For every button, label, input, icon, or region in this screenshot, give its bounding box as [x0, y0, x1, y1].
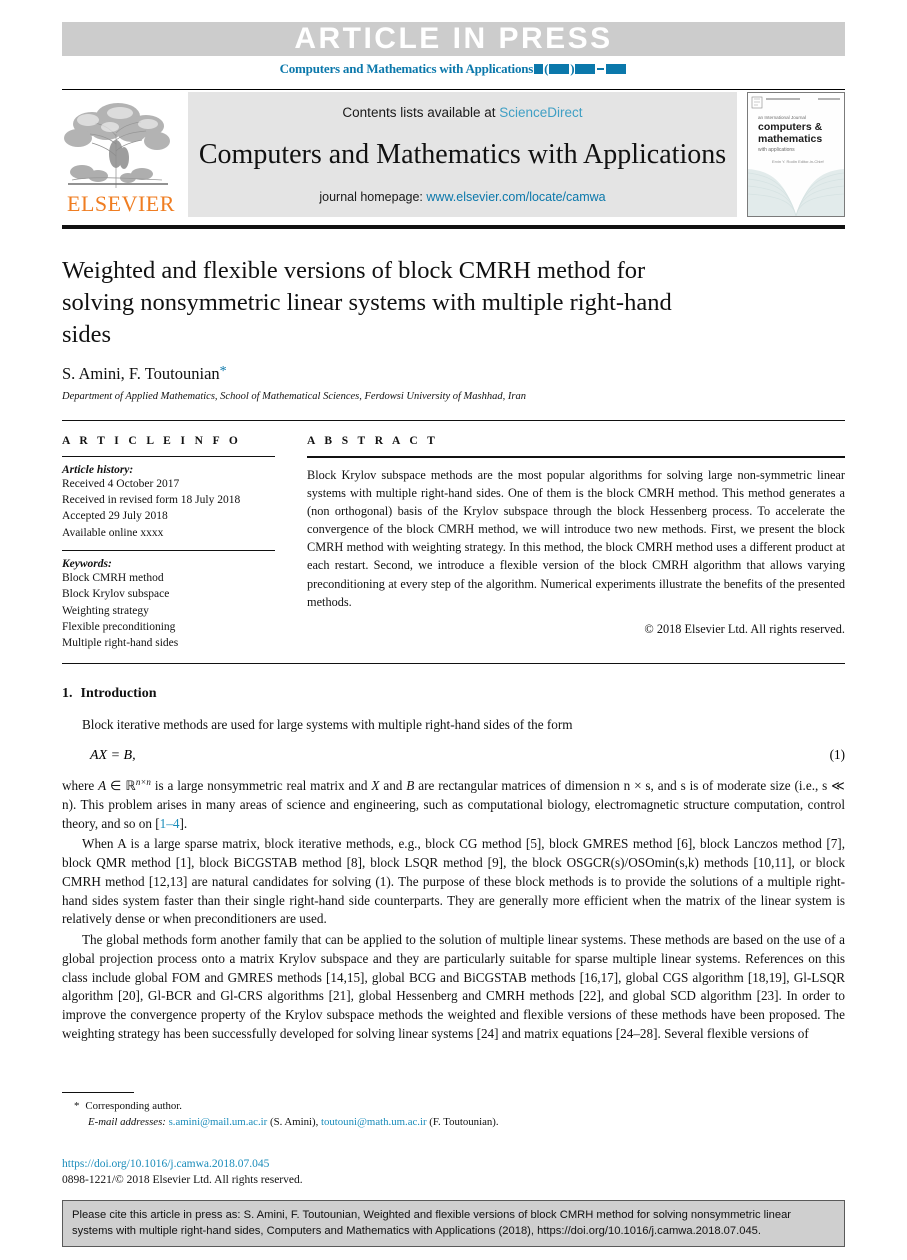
footnote-block: * Corresponding author. E-mail addresses:…: [62, 1092, 845, 1130]
svg-text:Ervin Y. Rodin Editor-in-Chi: Ervin Y. Rodin Editor-in-Chief: [772, 159, 825, 164]
affiliation: Department of Applied Mathematics, Schoo…: [62, 390, 526, 402]
article-in-press-banner: ARTICLE IN PRESS: [62, 22, 845, 56]
keyword-item: Weighting strategy: [62, 604, 149, 617]
para-text: is a large nonsymmetric real matrix and: [150, 778, 372, 794]
keyword-item: Block Krylov subspace: [62, 588, 170, 601]
email-owner-amini: (S. Amini),: [269, 1116, 319, 1129]
article-page: ARTICLE IN PRESS Computers and Mathemati…: [0, 22, 907, 1260]
contents-lists-line: Contents lists available at ScienceDirec…: [342, 105, 582, 120]
journal-homepage-line: journal homepage: www.elsevier.com/locat…: [319, 190, 605, 204]
citation-text: Please cite this article in press as: S.…: [72, 1209, 792, 1238]
redacted-issue-block: [549, 64, 570, 74]
asterisk-icon: *: [74, 1100, 80, 1112]
keyword-item: Flexible preconditioning: [62, 620, 176, 633]
math-set-R: ℝ: [125, 778, 136, 794]
page-title: Weighted and flexible versions of block …: [62, 257, 672, 348]
keyword-item: Multiple right-hand sides: [62, 637, 179, 650]
redacted-volume-block: [534, 64, 544, 74]
email-link-amini[interactable]: s.amini@mail.um.ac.ir: [169, 1116, 268, 1128]
article-history-heading: Article history:: [62, 463, 134, 476]
author-list: S. Amini, F. Toutounian*: [62, 364, 845, 384]
journal-title-panel: Contents lists available at ScienceDirec…: [188, 92, 737, 217]
masthead-top-rule: [62, 89, 845, 90]
citation-box: Please cite this article in press as: S.…: [62, 1200, 845, 1248]
article-info-rule: [62, 455, 275, 457]
keywords-rule: [62, 549, 275, 551]
corresponding-author-marker: *: [219, 363, 227, 379]
equation-number-1: (1): [829, 747, 845, 763]
equation-1: AX = B,: [90, 748, 136, 764]
para-text: ∈: [106, 778, 126, 794]
page-range-dash: [597, 68, 605, 70]
corresponding-author-note: * Corresponding author.: [62, 1098, 845, 1114]
contents-lists-prefix: Contents lists available at: [342, 105, 496, 120]
email-label: E-mail addresses:: [88, 1116, 166, 1129]
sciencedirect-link[interactable]: ScienceDirect: [499, 105, 582, 120]
history-item: Received in revised form 18 July 2018: [62, 493, 241, 506]
keywords-block: Keywords: Block CMRH method Block Krylov…: [62, 558, 275, 652]
elsevier-logo: ELSEVIER: [62, 92, 180, 217]
section-number: 1.: [62, 686, 73, 702]
abstract-rule: [307, 455, 845, 458]
article-info-column: A R T I C L E I N F O Article history: R…: [62, 435, 297, 652]
keyword-item: Block CMRH method: [62, 571, 164, 584]
paragraph: Block iterative methods are used for lar…: [82, 717, 573, 733]
title-block: Weighted and flexible versions of block …: [62, 255, 845, 402]
abstract-copyright: © 2018 Elsevier Ltd. All rights reserved…: [644, 622, 845, 637]
homepage-label: journal homepage:: [319, 190, 423, 204]
para-text: ].: [179, 815, 188, 831]
email-link-toutounian[interactable]: toutouni@math.um.ac.ir: [321, 1116, 427, 1128]
journal-title: Computers and Mathematics with Applicati…: [198, 139, 727, 170]
corresponding-author-text: Corresponding author.: [85, 1100, 182, 1112]
math-var-A: A: [98, 778, 107, 794]
abstract-heading: A B S T R A C T: [307, 434, 439, 447]
article-in-press-label: ARTICLE IN PRESS: [294, 22, 613, 55]
paragraph: When A is a large sparse matrix, block i…: [62, 836, 845, 927]
press-journal-reference: Computers and Mathematics with Applicati…: [62, 61, 845, 77]
author-names: S. Amini, F. Toutounian: [62, 363, 220, 383]
citation-ref[interactable]: 1–4: [160, 816, 180, 831]
svg-text:with applications: with applications: [758, 147, 795, 153]
footnote-rule: [62, 1092, 134, 1093]
press-journal-title: Computers and Mathematics with Applicati…: [279, 61, 534, 76]
paragraph: where A ∈ ℝn×n is a large nonsymmetric r…: [62, 776, 845, 833]
email-owner-toutounian: (F. Toutounian).: [429, 1116, 499, 1129]
abstract-text: Block Krylov subspace methods are the mo…: [307, 467, 845, 609]
doi-block: https://doi.org/10.1016/j.camwa.2018.07.…: [62, 1157, 845, 1188]
svg-text:computers &: computers &: [758, 121, 823, 133]
journal-homepage-link[interactable]: www.elsevier.com/locate/camwa: [426, 190, 605, 204]
section-title: Introduction: [80, 686, 157, 702]
math-exponent: n×n: [135, 777, 151, 788]
elsevier-wordmark: ELSEVIER: [67, 191, 175, 216]
article-info-heading: A R T I C L E I N F O: [62, 434, 242, 447]
masthead-bottom-rule: [62, 225, 845, 229]
info-abstract-row: A R T I C L E I N F O Article history: R…: [62, 419, 845, 652]
journal-masthead: ELSEVIER Contents lists available at Sci…: [62, 92, 845, 217]
history-item: Accepted 29 July 2018: [62, 510, 168, 523]
email-note: E-mail addresses: s.amini@mail.um.ac.ir …: [62, 1114, 845, 1130]
paragraph: The global methods form another family t…: [62, 932, 845, 1041]
history-item: Available online xxxx: [62, 526, 164, 539]
redacted-page-start-block: [575, 64, 596, 74]
svg-text:an International Journal: an International Journal: [758, 115, 806, 120]
section-heading-introduction: 1. Introduction: [62, 686, 845, 702]
elsevier-tree-icon: [62, 96, 174, 192]
journal-cover-thumbnail: an International Journal computers & mat…: [747, 92, 845, 217]
keywords-heading: Keywords:: [62, 557, 112, 570]
para-text: where: [62, 778, 99, 794]
issn-copyright: 0898-1221/© 2018 Elsevier Ltd. All right…: [62, 1173, 303, 1186]
introduction-section: 1. Introduction Block iterative methods a…: [62, 686, 845, 1043]
para-text: and: [379, 778, 407, 794]
abstract-column: A B S T R A C T Block Krylov subspace me…: [297, 435, 845, 652]
doi-link[interactable]: https://doi.org/10.1016/j.camwa.2018.07.…: [62, 1157, 845, 1173]
abstract-bottom-rule: [62, 663, 845, 665]
journal-cover-image: an International Journal computers & mat…: [748, 93, 844, 216]
svg-text:mathematics: mathematics: [758, 133, 822, 145]
history-item: Received 4 October 2017: [62, 477, 180, 490]
equation-row: AX = B, (1): [62, 747, 845, 764]
redacted-page-end-block: [606, 64, 627, 74]
